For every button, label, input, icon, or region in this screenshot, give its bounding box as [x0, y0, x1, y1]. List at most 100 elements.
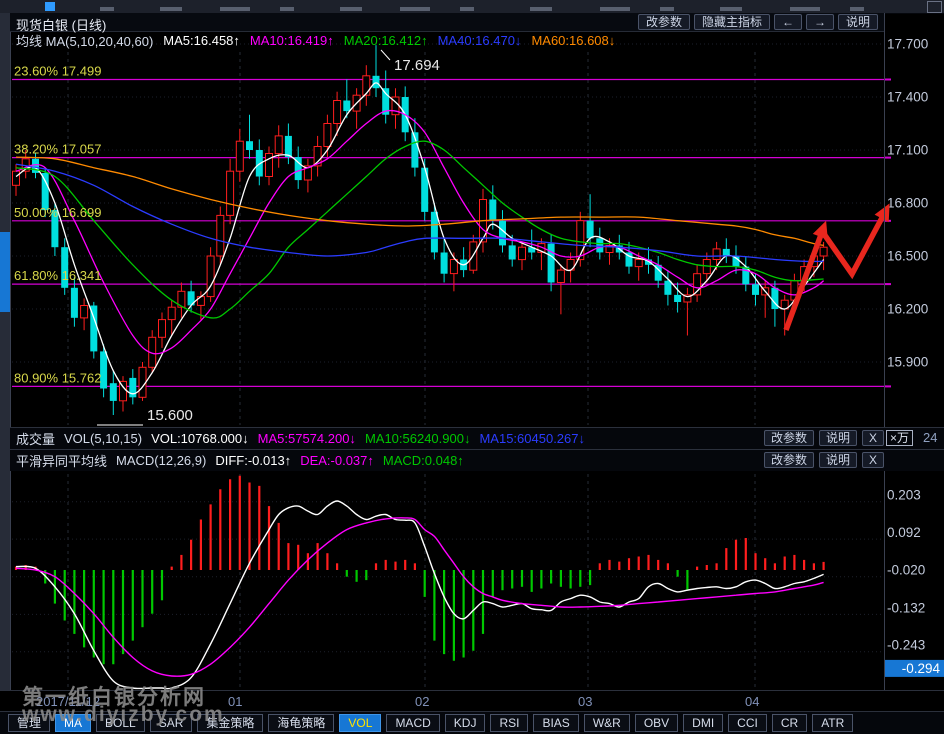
vol-value: VOL:10768.000↓ — [151, 431, 249, 446]
fib-retracement-lines — [12, 79, 891, 388]
hide-main-indicator-button[interactable]: 隐藏主指标 — [694, 14, 770, 30]
svg-text:50.00% 16.699: 50.00% 16.699 — [14, 205, 101, 220]
toolbar-item-fragment — [280, 7, 294, 11]
macd-dea-value: DEA:-0.037↑ — [300, 453, 374, 468]
vol-name-label: 成交量 — [16, 429, 55, 448]
toolbar-item-fragment — [660, 7, 674, 11]
toolbar-period-icon[interactable] — [45, 2, 55, 11]
price-tick: 17.100 — [887, 143, 928, 158]
svg-text:-0.294: -0.294 — [902, 661, 941, 676]
macd-diff-value: DIFF:-0.013↑ — [215, 453, 291, 468]
date-axis: 2017/11/12 01 02 03 04 — [0, 690, 944, 712]
volume-indicator-row: 成交量 VOL(5,10,15) VOL:10768.000↓ MA5:5757… — [10, 427, 944, 449]
tab-W&R[interactable]: W&R — [584, 714, 630, 732]
macd-tick: 0.092 — [887, 525, 921, 540]
svg-text:61.80% 16.341: 61.80% 16.341 — [14, 268, 101, 283]
indicator-tab-bar: 管理 MA BOLL SAR集金策略海龟策略 VOL MACD KDJRSI BIAS W&R O… — [0, 711, 944, 734]
month-label-01: 01 — [228, 694, 242, 709]
change-params-button[interactable]: 改参数 — [638, 14, 690, 30]
toolbar-item-fragment — [220, 7, 250, 11]
tab-MA[interactable]: MA — [55, 714, 91, 732]
price-tick: 16.200 — [887, 302, 928, 317]
ma60-value: MA60:16.608↓ — [531, 33, 615, 48]
candlestick-chart[interactable]: 23.60% 17.499 38.20% 17.057 50.00% 16.699 6… — [0, 32, 944, 427]
vol-params-label: VOL(5,10,15) — [64, 431, 142, 446]
macd-params-label: MACD(12,26,9) — [116, 453, 206, 468]
ma40-line — [16, 164, 824, 261]
tab-RSI[interactable]: RSI — [490, 714, 528, 732]
svg-text:38.20% 17.057: 38.20% 17.057 — [14, 142, 101, 157]
tab-BIAS[interactable]: BIAS — [533, 714, 578, 732]
macd-dea-line — [16, 518, 824, 676]
vol-ma15-value: MA15:60450.267↓ — [479, 431, 585, 446]
price-tick: 16.500 — [887, 249, 928, 264]
ma10-line — [16, 111, 824, 354]
macd-value: MACD:0.048↑ — [383, 453, 464, 468]
tab-CR[interactable]: CR — [772, 714, 807, 732]
toolbar-item-fragment — [100, 7, 114, 11]
ma60-line — [16, 157, 824, 245]
toolbar-item-fragment — [720, 7, 742, 11]
vol-help-button[interactable]: 说明 — [819, 430, 857, 446]
toolbar-item-fragment — [160, 7, 182, 11]
price-tick: 17.400 — [887, 90, 928, 105]
tab-VOL[interactable]: VOL — [339, 714, 381, 732]
tab-KDJ[interactable]: KDJ — [445, 714, 486, 732]
tab-集金策略[interactable]: 集金策略 — [197, 714, 263, 732]
vol-ma5-value: MA5:57574.200↓ — [258, 431, 356, 446]
ma20-line — [16, 141, 824, 318]
macd-name-label: 平滑异同平均线 — [16, 451, 107, 470]
tab-DMI[interactable]: DMI — [683, 714, 723, 732]
macd-chart[interactable]: 0.2030.092-0.020-0.132-0.243-0.294 — [0, 471, 944, 690]
tab-SAR[interactable]: SAR — [150, 714, 193, 732]
macd-tick: -0.243 — [887, 638, 925, 653]
date-start-label: 2017/11/12 — [36, 694, 100, 709]
tab-海龟策略[interactable]: 海龟策略 — [268, 714, 334, 732]
tab-ATR[interactable]: ATR — [812, 714, 853, 732]
arrow-left-button[interactable]: ← — [774, 14, 802, 30]
vol-close-button[interactable]: X — [862, 430, 884, 446]
toolbar-item-fragment — [400, 7, 430, 11]
title-button-group: 改参数 隐藏主指标 ← → 说明 — [638, 14, 878, 30]
macd-tick: -0.132 — [887, 600, 925, 615]
macd-help-button[interactable]: 说明 — [819, 452, 857, 468]
macd-tick: 0.203 — [887, 488, 921, 503]
vol-change-params-button[interactable]: 改参数 — [764, 430, 814, 446]
ma40-value: MA40:16.470↓ — [438, 33, 522, 48]
tab-管理[interactable]: 管理 — [8, 714, 50, 732]
price-tick: 17.700 — [887, 37, 928, 52]
candles-group — [13, 45, 828, 415]
vol-button-group: 改参数 说明 X — [764, 430, 884, 446]
high-annotation: 17.694 — [394, 57, 440, 74]
svg-text:23.60% 17.499: 23.60% 17.499 — [14, 64, 101, 79]
toolbar-item-fragment — [790, 7, 820, 11]
toolbar-item-fragment — [340, 7, 362, 11]
tab-MACD[interactable]: MACD — [386, 714, 439, 732]
price-axis-divider — [884, 13, 885, 690]
toolbar-right-icon[interactable] — [927, 1, 942, 13]
tab-BOLL[interactable]: BOLL — [96, 714, 145, 732]
ma10-value: MA10:16.419↑ — [250, 33, 334, 48]
ma20-value: MA20:16.412↑ — [344, 33, 428, 48]
macd-indicator-row: 平滑异同平均线 MACD(12,26,9) DIFF:-0.013↑ DEA:-… — [10, 449, 944, 471]
macd-change-params-button[interactable]: 改参数 — [764, 452, 814, 468]
macd-close-button[interactable]: X — [862, 452, 884, 468]
ma-readout-row: 均线 MA(5,10,20,40,60) MA5:16.458↑ MA10:16… — [10, 31, 890, 50]
toolbar-item-fragment — [460, 7, 474, 11]
volume-axis-value: 24 — [923, 430, 937, 445]
help-button[interactable]: 说明 — [838, 14, 878, 30]
price-tick: 15.900 — [887, 355, 928, 370]
tab-OBV[interactable]: OBV — [635, 714, 678, 732]
toolbar-item-fragment — [850, 7, 864, 11]
macd-histogram — [16, 476, 824, 664]
arrow-right-button[interactable]: → — [806, 14, 834, 30]
month-label-03: 03 — [578, 694, 592, 709]
top-toolbar[interactable] — [0, 0, 944, 14]
month-label-02: 02 — [415, 694, 429, 709]
ma-params-label: 均线 MA(5,10,20,40,60) — [16, 31, 153, 50]
vol-ma10-value: MA10:56240.900↓ — [365, 431, 471, 446]
price-tick: 16.800 — [887, 196, 928, 211]
tab-CCI[interactable]: CCI — [728, 714, 767, 732]
chart-title-bar: 现货白银 (日线) 改参数 隐藏主指标 ← → 说明 — [10, 13, 884, 32]
toolbar-item-fragment — [600, 7, 630, 11]
